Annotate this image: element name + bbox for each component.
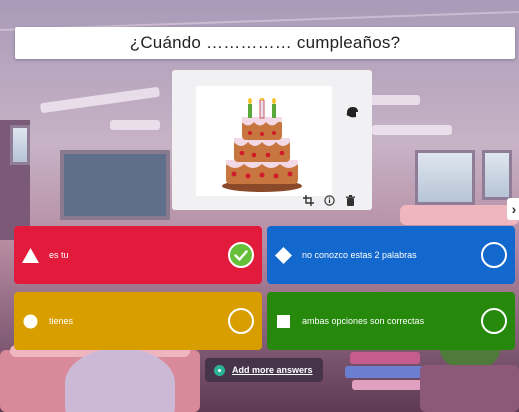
diamond-icon (275, 246, 292, 264)
question-bar[interactable]: ¿Cuándo …………… cumpleaños? (15, 27, 515, 59)
correct-answer-toggle[interactable] (228, 308, 254, 334)
checkmark-icon (234, 249, 248, 261)
trash-icon[interactable] (343, 193, 358, 208)
answer-option-4[interactable]: ambas opciones son correctas (267, 292, 515, 350)
image-source-icon (346, 107, 358, 118)
add-icon (214, 364, 225, 376)
square-icon (275, 313, 292, 330)
crop-icon[interactable] (301, 193, 316, 208)
birthday-cake-icon (222, 98, 302, 192)
correct-answer-toggle[interactable] (481, 242, 507, 268)
answer-option-2[interactable]: no conozco estas 2 palabras (267, 226, 515, 284)
answer-option-3[interactable]: tienes (14, 292, 262, 350)
answer-option-1[interactable]: es tu (14, 226, 262, 284)
question-text[interactable]: ¿Cuándo …………… cumpleaños? (130, 33, 401, 53)
next-slide-arrow[interactable]: › (507, 198, 519, 220)
media-toolbar (301, 193, 358, 208)
add-more-answers-button[interactable]: Add more answers (205, 358, 323, 382)
add-more-answers-label[interactable]: Add more answers (232, 365, 313, 375)
correct-answer-toggle[interactable] (228, 242, 254, 268)
correct-answer-toggle[interactable] (481, 308, 507, 334)
info-icon[interactable] (322, 193, 337, 208)
triangle-icon (22, 247, 39, 264)
media-panel (172, 70, 372, 210)
circle-icon (22, 313, 39, 330)
question-image[interactable] (196, 86, 358, 196)
